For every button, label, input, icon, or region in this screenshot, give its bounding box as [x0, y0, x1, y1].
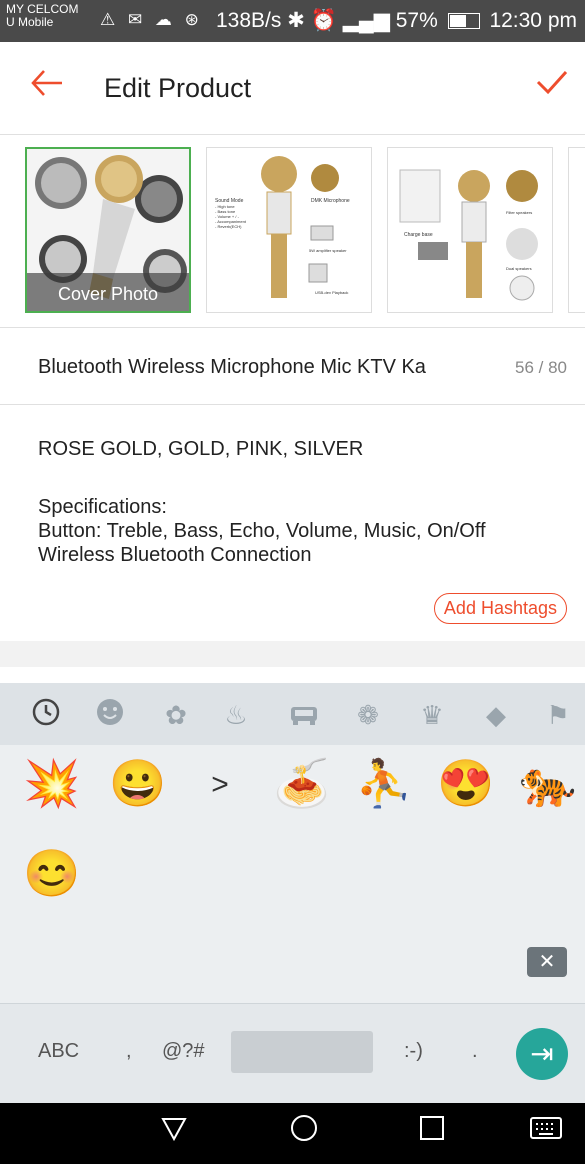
microphone-diagram-image: Charge base Filter speakers Dual speaker…: [388, 148, 552, 312]
bluetooth-icon: ✱: [287, 9, 305, 32]
battery-percent: 57%: [395, 9, 438, 32]
emoji-category-bar: ✿ ♨ ❁ ♛ ◆ ⚑: [0, 683, 585, 745]
system-nav-bar: [0, 1103, 585, 1164]
flag-icon[interactable]: ⚑: [540, 697, 576, 733]
signal-icon: ▂▄▆: [342, 9, 390, 32]
page-title: Edit Product: [104, 73, 252, 103]
description-field[interactable]: ROSE GOLD, GOLD, PINK, SILVER Specificat…: [0, 405, 585, 641]
description-line: Button: Treble, Bass, Echo, Volume, Musi…: [38, 520, 486, 542]
app-bar: Edit Product: [0, 42, 585, 135]
product-name-field[interactable]: Bluetooth Wireless Microphone Mic KTV Ka…: [0, 328, 585, 405]
product-name-value[interactable]: Bluetooth Wireless Microphone Mic KTV Ka: [38, 356, 426, 379]
photo-strip[interactable]: Cover Photo Sound Mode - High tone - Bas…: [0, 135, 585, 328]
crown-icon[interactable]: ♛: [414, 697, 450, 733]
check-icon[interactable]: [535, 64, 569, 107]
backspace-icon[interactable]: ✕: [527, 947, 567, 977]
nature-icon[interactable]: ✿: [158, 697, 194, 733]
diagram-label: Filter speakers: [506, 210, 532, 215]
status-bar: MY CELCOM U Mobile ⚠ ✉ ☁ ⊛ 138B/s ✱ ⏰ ▂▄…: [0, 0, 585, 42]
carrier-label: MY CELCOM U Mobile: [6, 2, 79, 29]
emoji-tiger[interactable]: 🐅: [518, 753, 578, 813]
diagram-label: Charge base: [404, 232, 433, 238]
emoji-spaghetti[interactable]: 🍝: [272, 753, 332, 813]
cover-photo-caption: Cover Photo: [27, 273, 189, 311]
cover-photo[interactable]: Cover Photo: [25, 147, 191, 313]
diamond-icon[interactable]: ◆: [478, 697, 514, 733]
recent-icon[interactable]: [28, 697, 64, 733]
emoji-heart-eyes[interactable]: 😍: [436, 753, 496, 813]
car-icon[interactable]: [286, 697, 322, 733]
clock: 12:30 pm: [489, 9, 577, 32]
product-photo-3[interactable]: Charge base Filter speakers Dual speaker…: [387, 147, 553, 313]
spec-label: DMK Microphone: [311, 198, 350, 204]
smiley-icon[interactable]: [92, 697, 128, 733]
emoji-collision[interactable]: 💥: [22, 753, 82, 813]
nav-back-icon[interactable]: [152, 1113, 196, 1153]
symbols-key[interactable]: @?#: [162, 1040, 205, 1063]
arrow-left-icon[interactable]: [30, 68, 64, 104]
emoji-grinning[interactable]: 😀: [108, 753, 168, 813]
add-hashtags-button[interactable]: Add Hashtags: [433, 593, 567, 624]
name-char-count: 56 / 80: [515, 358, 567, 377]
emoji-keyboard: ✿ ♨ ❁ ♛ ◆ ⚑ 💥 😀 > 🍝 ⛹ 😍 🐅 😊 ✕ ABC , @?# …: [0, 683, 585, 1104]
description-line: Wireless Bluetooth Connection: [38, 544, 312, 566]
abc-key[interactable]: ABC: [38, 1040, 79, 1063]
diagram-label: Dual speakers: [506, 266, 532, 271]
sports-icon[interactable]: ❁: [350, 697, 386, 733]
enter-icon[interactable]: ⇥: [516, 1028, 568, 1080]
spec-label: USB-dev Playback: [315, 290, 348, 295]
description-line: Specifications:: [38, 496, 167, 518]
nav-recents-icon[interactable]: [410, 1113, 454, 1153]
notification-icons: ⚠ ✉ ☁ ⊛: [100, 10, 203, 29]
spec-label: - Reverb(ECH): [215, 224, 242, 229]
microphone-spec-image: Sound Mode - High tone - Bass tone - Vol…: [207, 148, 371, 312]
nav-home-icon[interactable]: [282, 1113, 326, 1153]
keyboard-bottom-row: ABC , @?# :-) . ⇥: [0, 1003, 585, 1104]
food-icon[interactable]: ♨: [218, 697, 254, 733]
emoji-greater-than[interactable]: >: [190, 755, 250, 815]
product-photo-4[interactable]: [568, 147, 585, 313]
spec-label: 5W amplifier speaker: [309, 248, 347, 253]
period-key[interactable]: .: [472, 1040, 478, 1063]
nav-keyboard-icon[interactable]: [524, 1113, 568, 1153]
alarm-icon: ⏰: [310, 9, 337, 32]
emoticon-key[interactable]: :-): [404, 1040, 423, 1063]
section-gap: [0, 667, 585, 683]
space-key[interactable]: [231, 1031, 373, 1073]
description-line: ROSE GOLD, GOLD, PINK, SILVER: [38, 438, 364, 460]
comma-key[interactable]: ,: [126, 1040, 132, 1063]
net-speed: 138B/s: [216, 9, 282, 32]
product-photo-2[interactable]: Sound Mode - High tone - Bass tone - Vol…: [206, 147, 372, 313]
battery-icon: [447, 13, 480, 30]
status-right: 138B/s ✱ ⏰ ▂▄▆ 57% 12:30 pm: [216, 8, 577, 33]
emoji-basketball-player[interactable]: ⛹: [354, 753, 414, 813]
emoji-smiling[interactable]: 😊: [22, 843, 82, 903]
